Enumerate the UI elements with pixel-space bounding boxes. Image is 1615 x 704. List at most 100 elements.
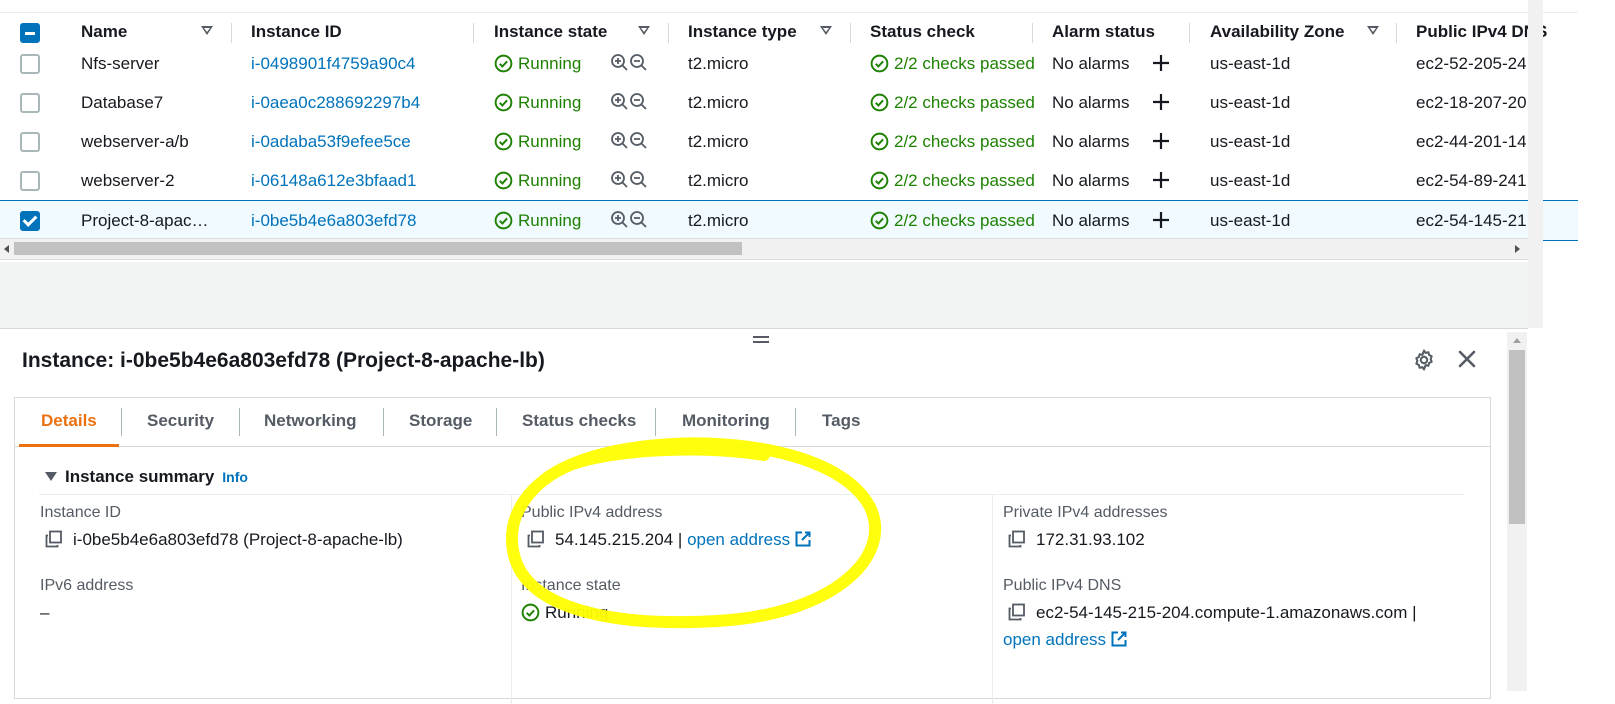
zoom-out-icon[interactable] bbox=[630, 54, 647, 71]
horizontal-scrollbar[interactable] bbox=[0, 238, 1528, 260]
cell-status-check: 2/2 checks passed bbox=[870, 161, 1034, 200]
check-circle-icon bbox=[870, 132, 889, 150]
tab-storage[interactable]: Storage bbox=[409, 398, 472, 444]
table-row[interactable]: webserver-a/b i-0adaba53f9efee5ce Running t… bbox=[0, 122, 1578, 162]
column-separator[interactable] bbox=[473, 23, 474, 43]
row-checkbox[interactable] bbox=[20, 211, 40, 231]
tab-separator bbox=[795, 408, 796, 436]
check-circle-icon bbox=[870, 54, 889, 72]
copy-icon[interactable] bbox=[1008, 530, 1026, 548]
table-row[interactable]: webserver-2 i-06148a612e3bfaad1 Running t2.… bbox=[0, 161, 1578, 201]
cell-instance-id-link[interactable]: i-0adaba53f9efee5ce bbox=[251, 122, 411, 161]
plus-icon[interactable] bbox=[1152, 211, 1170, 229]
cell-public-dns: ec2-18-207-20 bbox=[1416, 93, 1526, 112]
horizontal-scroll-thumb[interactable] bbox=[14, 242, 742, 255]
zoom-in-out-icons[interactable] bbox=[610, 131, 650, 151]
close-icon[interactable] bbox=[1456, 348, 1478, 370]
column-separator[interactable] bbox=[1396, 23, 1397, 43]
open-address-link[interactable]: open address bbox=[1003, 630, 1106, 649]
zoom-in-out-icons[interactable] bbox=[610, 53, 650, 73]
zoom-out-icon[interactable] bbox=[630, 211, 647, 228]
table-vertical-scrollbar[interactable] bbox=[1528, 0, 1543, 328]
cell-name: webserver-a/b bbox=[81, 132, 189, 151]
copy-icon[interactable] bbox=[45, 530, 63, 548]
status-check-text: 2/2 checks passed bbox=[894, 211, 1034, 230]
cell-instance-id-link[interactable]: i-0be5b4e6a803efd78 bbox=[251, 201, 416, 240]
plus-icon[interactable] bbox=[1152, 132, 1170, 150]
vertical-scroll-thumb[interactable] bbox=[1509, 350, 1525, 524]
row-checkbox[interactable] bbox=[20, 132, 40, 152]
row-checkbox[interactable] bbox=[20, 171, 40, 191]
cell-status-check: 2/2 checks passed bbox=[870, 122, 1034, 161]
zoom-in-icon[interactable] bbox=[611, 171, 628, 188]
check-circle-icon bbox=[494, 171, 513, 189]
plus-icon[interactable] bbox=[1152, 93, 1170, 111]
row-checkbox[interactable] bbox=[20, 54, 40, 74]
column-separator[interactable] bbox=[231, 23, 232, 43]
column-separator[interactable] bbox=[668, 23, 669, 43]
caret-down-icon[interactable] bbox=[45, 471, 57, 481]
plus-icon[interactable] bbox=[1152, 171, 1170, 189]
scroll-right-arrow-icon[interactable] bbox=[1515, 245, 1520, 253]
cell-status-check: 2/2 checks passed bbox=[870, 44, 1034, 83]
cell-instance-id-link[interactable]: i-0498901f4759a90c4 bbox=[251, 44, 415, 83]
sort-caret-icon[interactable] bbox=[638, 26, 650, 35]
check-circle-icon bbox=[494, 132, 513, 150]
cell-public-dns: ec2-54-89-241 bbox=[1416, 171, 1526, 190]
cell-instance-type: t2.micro bbox=[688, 211, 749, 230]
separator-pipe: | bbox=[1412, 603, 1417, 622]
public-dns-label: Public IPv4 DNS bbox=[1003, 577, 1122, 594]
cell-alarm-status: No alarms bbox=[1052, 54, 1130, 73]
copy-icon[interactable] bbox=[1008, 603, 1026, 621]
zoom-in-icon[interactable] bbox=[611, 54, 628, 71]
cell-alarm-status: No alarms bbox=[1052, 132, 1130, 151]
ipv6-label: IPv6 address bbox=[40, 577, 134, 594]
sort-caret-icon[interactable] bbox=[820, 26, 832, 35]
cell-public-dns: ec2-54-145-21 bbox=[1416, 211, 1526, 230]
select-all-checkbox[interactable] bbox=[20, 23, 40, 43]
table-row[interactable]: Project-8-apac… i-0be5b4e6a803efd78 Runnin… bbox=[0, 200, 1578, 241]
column-separator[interactable] bbox=[850, 23, 851, 43]
cell-availability-zone: us-east-1d bbox=[1210, 211, 1291, 230]
gear-icon[interactable] bbox=[1412, 348, 1436, 372]
sort-caret-icon[interactable] bbox=[201, 26, 213, 35]
sort-caret-icon[interactable] bbox=[1367, 26, 1379, 35]
tab-details[interactable]: Details bbox=[19, 398, 119, 447]
cell-instance-id-link[interactable]: i-06148a612e3bfaad1 bbox=[251, 161, 416, 200]
cell-instance-type: t2.micro bbox=[688, 93, 749, 112]
cell-public-dns: ec2-44-201-14 bbox=[1416, 132, 1526, 151]
column-separator[interactable] bbox=[1189, 23, 1190, 43]
cell-instance-id-link[interactable]: i-0aea0c288692297b4 bbox=[251, 83, 420, 122]
cell-availability-zone: us-east-1d bbox=[1210, 54, 1291, 73]
tab-separator bbox=[383, 408, 384, 436]
cell-public-dns: ec2-52-205-24 bbox=[1416, 54, 1526, 73]
drag-handle-icon[interactable] bbox=[753, 336, 769, 346]
scroll-left-arrow-icon[interactable] bbox=[4, 245, 9, 253]
instance-summary-header[interactable]: Instance summary Info bbox=[45, 467, 248, 487]
zoom-out-icon[interactable] bbox=[630, 132, 647, 149]
zoom-in-icon[interactable] bbox=[611, 93, 628, 110]
zoom-out-icon[interactable] bbox=[630, 171, 647, 188]
tab-separator bbox=[121, 408, 122, 436]
table-row[interactable]: Database7 i-0aea0c288692297b4 Running t2.mi… bbox=[0, 83, 1578, 123]
tab-security[interactable]: Security bbox=[147, 398, 214, 444]
column-divider bbox=[992, 494, 993, 704]
zoom-in-icon[interactable] bbox=[611, 132, 628, 149]
instances-table: Name Instance ID Instance state Instance… bbox=[0, 0, 1578, 268]
plus-icon[interactable] bbox=[1152, 54, 1170, 72]
column-separator[interactable] bbox=[1032, 23, 1033, 43]
tab-networking[interactable]: Networking bbox=[264, 398, 357, 444]
instance-summary-title: Instance summary bbox=[65, 467, 215, 486]
zoom-out-icon[interactable] bbox=[630, 93, 647, 110]
details-vertical-scrollbar[interactable] bbox=[1507, 332, 1527, 691]
row-checkbox[interactable] bbox=[20, 93, 40, 113]
info-link[interactable]: Info bbox=[222, 469, 248, 485]
private-ip-value: 172.31.93.102 bbox=[1008, 530, 1145, 550]
scroll-up-arrow-icon[interactable] bbox=[1513, 338, 1521, 343]
zoom-in-out-icons[interactable] bbox=[610, 92, 650, 112]
zoom-in-out-icons[interactable] bbox=[610, 170, 650, 190]
table-row[interactable]: Nfs-server i-0498901f4759a90c4 Running t2.m… bbox=[0, 44, 1578, 84]
zoom-in-icon[interactable] bbox=[611, 211, 628, 228]
external-link-icon[interactable] bbox=[1110, 630, 1128, 648]
zoom-in-out-icons[interactable] bbox=[610, 210, 650, 230]
